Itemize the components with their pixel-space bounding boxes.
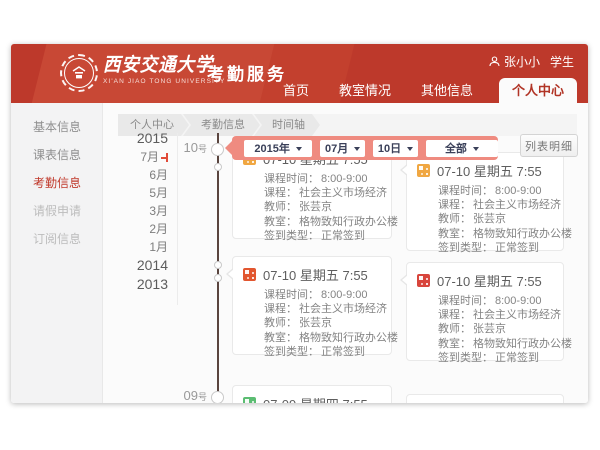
screenshot-canvas: 西安交通大学 XI'AN JIAO TONG UNIVERSITY 考勤服务 张… bbox=[0, 0, 600, 450]
sidebar-item-basic-info[interactable]: 基本信息 bbox=[11, 113, 102, 141]
day-marker-10: 10号 bbox=[173, 139, 207, 157]
attendance-status-icon bbox=[417, 274, 430, 287]
rail-year-2014[interactable]: 2014 bbox=[107, 256, 168, 275]
attendance-app-window: 西安交通大学 XI'AN JIAO TONG UNIVERSITY 考勤服务 张… bbox=[11, 44, 588, 403]
card-row: 签到类型：正常签到 bbox=[264, 229, 381, 243]
university-logo-icon bbox=[60, 54, 98, 92]
current-month-marker-icon bbox=[161, 153, 168, 162]
card-row: 签到类型：正常签到 bbox=[438, 351, 553, 365]
card-row: 教室：格物致知行政办公楼 bbox=[264, 215, 381, 229]
chevron-down-icon bbox=[407, 147, 413, 154]
breadcrumb: 个人中心 考勤信息 时间轴 bbox=[118, 114, 577, 136]
attendance-card[interactable]: 07-10 星期五 7:55 课程时间：8:00-9:00 课程：社会主义市场经… bbox=[406, 152, 564, 251]
card-row: 教室：格物致知行政办公楼 bbox=[438, 227, 553, 241]
card-date-title: 07-10 星期五 7:55 bbox=[437, 271, 542, 290]
month-select[interactable]: 07月 bbox=[320, 140, 365, 157]
card-row: 课程时间：8:00-9:00 bbox=[264, 288, 381, 302]
attendance-status-icon bbox=[243, 397, 256, 403]
breadcrumb-attendance-info[interactable]: 考勤信息 bbox=[183, 114, 260, 136]
timeline-node bbox=[211, 143, 224, 156]
rail-month-1[interactable]: 1月 bbox=[107, 238, 168, 256]
day-marker-09: 09号 bbox=[173, 387, 207, 403]
rail-year-2015[interactable]: 2015 bbox=[107, 129, 168, 148]
chevron-down-icon bbox=[296, 147, 302, 154]
timeline-node bbox=[214, 261, 222, 269]
card-row: 课程时间：8:00-9:00 bbox=[264, 172, 381, 186]
breadcrumb-timeline[interactable]: 时间轴 bbox=[254, 114, 320, 136]
card-date-title: 07-10 星期五 7:55 bbox=[437, 161, 542, 180]
card-row: 教室：格物致知行政办公楼 bbox=[438, 337, 553, 351]
card-row: 签到类型：正常签到 bbox=[438, 241, 553, 255]
card-row: 课程：社会主义市场经济 bbox=[438, 198, 553, 212]
card-row: 课程时间：8:00-9:00 bbox=[438, 294, 553, 308]
attendance-card[interactable]: 07-10 星期五 7:55 课程时间：8:00-9:00 课程：社会主义市场经… bbox=[232, 256, 392, 355]
timeline-node bbox=[214, 163, 222, 171]
nav-item-classrooms[interactable]: 教室情况 bbox=[339, 78, 391, 103]
rail-divider bbox=[177, 133, 178, 305]
rail-month-5[interactable]: 5月 bbox=[107, 184, 168, 202]
user-role: 学生 bbox=[550, 53, 574, 70]
type-select[interactable]: 全部 bbox=[426, 140, 498, 157]
day-select[interactable]: 10日 bbox=[373, 140, 418, 157]
rail-month-6[interactable]: 6月 bbox=[107, 166, 168, 184]
user-info[interactable]: 张小小 学生 bbox=[489, 53, 574, 70]
sidebar-item-schedule-info[interactable]: 课表信息 bbox=[11, 141, 102, 169]
nav-item-other-info[interactable]: 其他信息 bbox=[421, 78, 473, 103]
card-row: 教师：张芸京 bbox=[264, 316, 381, 330]
card-row: 教师：张芸京 bbox=[438, 212, 553, 226]
nav-item-personal-center[interactable]: 个人中心 bbox=[499, 78, 577, 103]
user-name: 张小小 bbox=[504, 53, 540, 70]
rail-month-3[interactable]: 3月 bbox=[107, 202, 168, 220]
card-date-title: 07-09 星期四 7:55 bbox=[263, 394, 368, 403]
attendance-card[interactable]: 07-09 星期四 7:55 bbox=[232, 385, 392, 403]
card-row: 课程时间：8:00-9:00 bbox=[438, 184, 553, 198]
sidebar-item-subscription-info[interactable]: 订阅信息 bbox=[11, 225, 102, 253]
attendance-status-icon bbox=[417, 164, 430, 177]
card-row: 课程：社会主义市场经济 bbox=[264, 302, 381, 316]
sidebar-item-attendance-info[interactable]: 考勤信息 bbox=[11, 169, 102, 197]
year-select[interactable]: 2015年 bbox=[244, 140, 312, 157]
card-date-title: 07-10 星期五 7:55 bbox=[263, 265, 368, 284]
attendance-status-icon bbox=[243, 268, 256, 281]
rail-month-7[interactable]: 7月 bbox=[107, 148, 168, 166]
list-detail-button[interactable]: 列表明细 bbox=[520, 134, 578, 157]
chevron-down-icon bbox=[354, 147, 360, 154]
card-row: 课程：社会主义市场经济 bbox=[438, 308, 553, 322]
person-icon bbox=[489, 56, 500, 67]
attendance-card[interactable]: 07-10 星期五 7:55 课程时间：8:00-9:00 课程：社会主义市场经… bbox=[406, 262, 564, 361]
content-area: 基本信息 课表信息 考勤信息 请假申请 订阅信息 个人中心 考勤信息 时间轴 2… bbox=[11, 103, 588, 403]
rail-month-2[interactable]: 2月 bbox=[107, 220, 168, 238]
university-emblem-icon bbox=[64, 58, 94, 88]
university-name-cn: 西安交通大学 bbox=[103, 53, 216, 77]
top-navigation: 首页 教室情况 其他信息 个人中心 bbox=[253, 78, 577, 103]
sidebar-item-leave-request[interactable]: 请假申请 bbox=[11, 197, 102, 225]
card-row: 教师：张芸京 bbox=[264, 200, 381, 214]
timeline-node bbox=[214, 274, 222, 282]
rail-year-2013[interactable]: 2013 bbox=[107, 275, 168, 294]
card-row: 签到类型：正常签到 bbox=[264, 345, 381, 359]
card-row: 教室：格物致知行政办公楼 bbox=[264, 331, 381, 345]
attendance-card[interactable] bbox=[406, 394, 564, 403]
card-row: 课程：社会主义市场经济 bbox=[264, 186, 381, 200]
app-header: 西安交通大学 XI'AN JIAO TONG UNIVERSITY 考勤服务 张… bbox=[11, 44, 588, 103]
card-row: 教师：张芸京 bbox=[438, 322, 553, 336]
chevron-down-icon bbox=[473, 147, 479, 154]
nav-item-home[interactable]: 首页 bbox=[283, 78, 309, 103]
timeline-node bbox=[211, 391, 224, 403]
year-month-rail: 2015 7月 6月 5月 3月 2月 1月 2014 2013 bbox=[107, 129, 168, 294]
sidebar: 基本信息 课表信息 考勤信息 请假申请 订阅信息 bbox=[11, 103, 103, 403]
date-filter-bar: 2015年 07月 10日 全部 bbox=[232, 136, 498, 160]
